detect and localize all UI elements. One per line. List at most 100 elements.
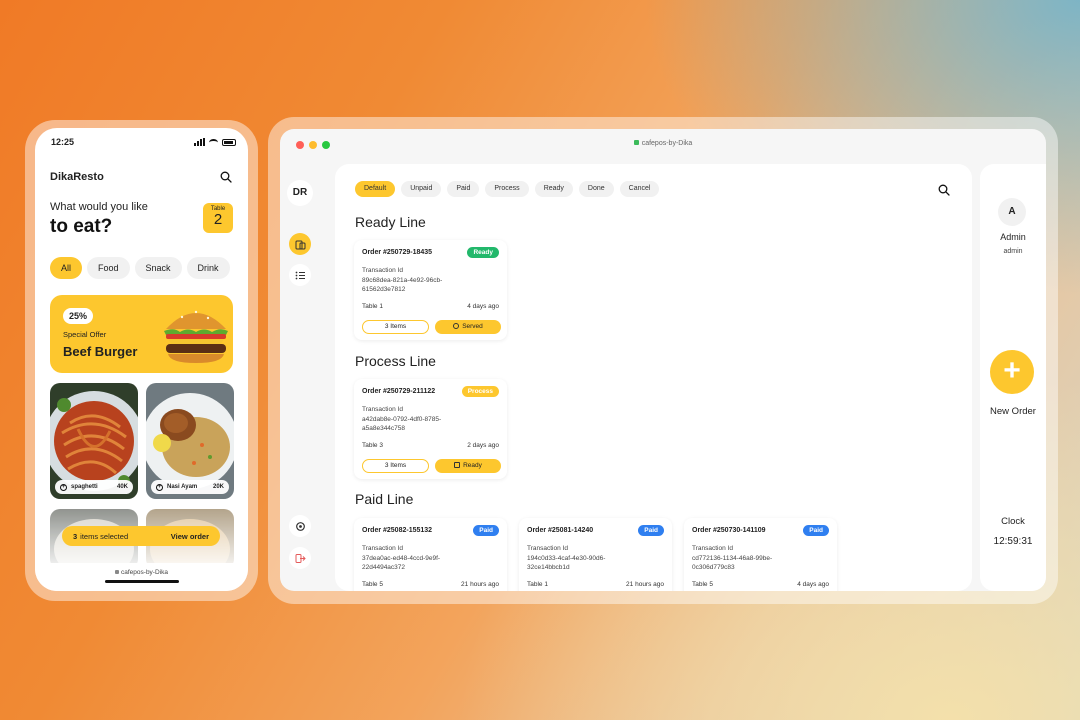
status-badge: Paid [473,525,499,536]
category-drink[interactable]: Drink [186,257,230,279]
orders-nav-button[interactable] [289,233,311,255]
user-panel: A Admin admin + New Order Clock 12:59:31 [980,164,1046,591]
table-number: 2 [213,211,223,228]
order-id: Order #25081-14240 [527,527,594,534]
paid-line-title: Paid Line [355,491,414,507]
order-id: Order #25082-155132 [362,527,433,534]
category-food[interactable]: Food [87,257,130,279]
home-indicator[interactable] [105,580,179,583]
view-order-bar[interactable]: 3 items selected View order [62,526,220,546]
order-card-paid[interactable]: Order #25082-155132 Paid Transaction Id … [354,518,507,591]
wifi-icon [209,138,218,146]
transaction-label: Transaction Id [692,545,733,552]
special-offer-card[interactable]: 25% Special Offer Beef Burger [50,295,233,373]
filter-paid[interactable]: Paid [447,181,480,197]
user-avatar[interactable]: DR [287,180,313,206]
offer-percent: 25% [63,308,94,324]
gear-icon [295,521,305,531]
orders-panel: Default Unpaid Paid Process Ready Done C… [335,164,972,591]
lock-icon [633,140,639,145]
filter-cancel[interactable]: Cancel [619,181,660,197]
plus-icon: + [1003,354,1021,387]
order-id: Order #250730-141109 [692,527,766,534]
transaction-label: Transaction Id [527,545,568,552]
status-bar: 12:25 [51,136,236,150]
ready-label: Ready [463,462,482,469]
address-text: cafepos-by-Dika [641,140,693,147]
address-bar[interactable]: cafepos-by-Dika [280,140,1046,147]
order-card-process[interactable]: Order #250729-211122 Process Transaction… [354,379,507,479]
filter-ready[interactable]: Ready [534,181,573,197]
order-time: 21 hours ago [461,581,499,588]
ready-button[interactable]: Ready [435,459,501,473]
items-button[interactable]: 3 Items [362,320,429,334]
clock-time: 12:59:31 [993,536,1033,547]
nav-rail: DR [280,162,320,591]
status-badge: Paid [803,525,829,536]
served-button[interactable]: Served [435,320,501,334]
food-price: 40K [116,484,128,490]
order-id: Order #250729-18435 [362,249,433,256]
status-filters: Default Unpaid Paid Process Ready Done C… [355,181,660,197]
food-label: + spaghetti 40K [55,480,133,494]
greeting-headline: to eat? [50,216,113,237]
status-badge: Ready [467,247,499,258]
category-tabs: All Food Snack Drink [50,257,230,279]
order-card-ready[interactable]: Order #250729-18435 Ready Transaction Id… [354,240,507,340]
new-order-label: New Order [990,406,1036,417]
order-time: 4 days ago [797,581,829,588]
ready-line-title: Ready Line [355,214,426,230]
phone-screen: 12:25 DikaResto What would you like to e… [35,128,248,591]
order-table: Table 5 [362,581,383,588]
food-label: + Nasi Ayam 20K [151,480,229,494]
signal-icon [194,138,205,146]
logout-icon [295,553,306,563]
order-table: Table 3 [362,442,383,449]
add-icon[interactable]: + [60,483,67,491]
order-card-paid[interactable]: Order #25081-14240 Paid Transaction Id 1… [519,518,672,591]
battery-icon [222,138,236,146]
lock-icon [115,570,120,574]
order-table: Table 5 [692,581,713,588]
table-badge[interactable]: Table 2 [203,203,233,233]
filter-done[interactable]: Done [578,181,614,197]
orders-icon [295,240,305,249]
order-time: 4 days ago [467,303,499,310]
food-name: spaghetti [71,484,98,490]
transaction-label: Transaction Id [362,267,403,274]
new-order-button[interactable]: + [990,350,1034,394]
category-snack[interactable]: Snack [134,257,182,279]
selected-count: 3 [73,531,78,541]
filter-unpaid[interactable]: Unpaid [401,181,442,197]
search-icon[interactable] [220,171,232,183]
add-icon[interactable]: + [156,483,163,491]
app-brand: DikaResto [50,171,104,183]
view-order-button[interactable]: View order [171,532,209,541]
offer-subtitle: Special Offer [63,330,107,339]
status-icons [194,138,236,146]
order-table: Table 1 [362,303,383,310]
greeting-text: What would you like [50,201,148,213]
status-badge: Paid [638,525,664,536]
food-card-nasi-ayam[interactable]: + Nasi Ayam 20K [146,383,234,499]
admin-name: Admin [1000,232,1026,242]
filter-process[interactable]: Process [485,181,529,197]
items-button[interactable]: 3 Items [362,459,429,473]
logout-nav-button[interactable] [289,547,311,569]
category-all[interactable]: All [50,257,83,279]
settings-nav-button[interactable] [289,515,311,537]
food-name: Nasi Ayam [167,484,198,490]
transaction-id: 89c68dea-821a-4e92-96cb-61562d3e7812 [362,277,443,293]
admin-avatar[interactable]: A [998,198,1026,226]
transaction-id: a42dab8e-0792-4df0-8785-a5a8e344c758 [362,416,442,432]
transaction-id: 37dea0ac-ed48-4ccd-9e9f-22d4494ac372 [362,555,441,571]
order-time: 2 days ago [467,442,499,449]
order-id: Order #250729-211122 [362,388,436,395]
list-nav-button[interactable] [289,264,311,286]
transaction-id: cd772136-1134-46a8-99be-0c306d779c83 [692,555,773,571]
filter-default[interactable]: Default [355,181,396,197]
order-card-paid[interactable]: Order #250730-141109 Paid Transaction Id… [684,518,837,591]
admin-role: admin [1003,248,1023,255]
food-card-spaghetti[interactable]: + spaghetti 40K [50,383,138,499]
search-icon[interactable] [938,184,950,196]
